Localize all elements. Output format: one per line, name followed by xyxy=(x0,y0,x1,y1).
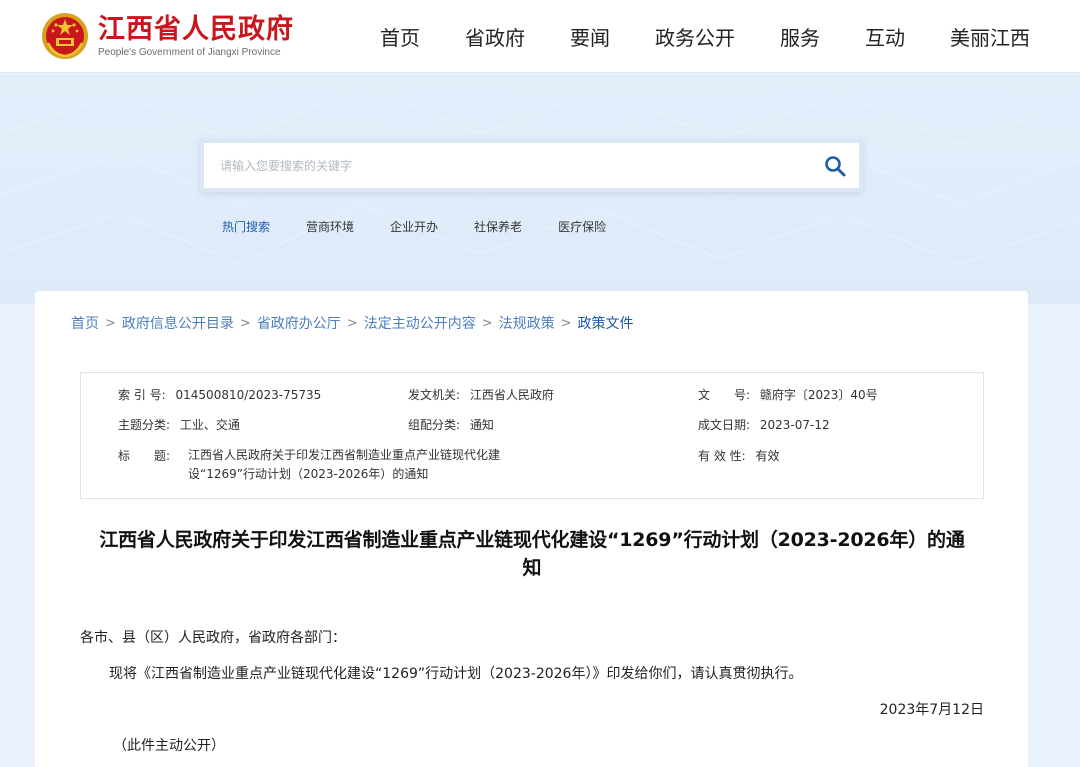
hot-search-link[interactable]: 营商环境 xyxy=(306,218,354,235)
breadcrumb-policy-documents[interactable]: 政策文件 xyxy=(578,313,634,333)
document-title-line1: 江西省人民政府关于印发江西省制造业重点产业链现代化建设“1269”行动计划（20… xyxy=(99,529,965,551)
document-body-paragraph: 现将《江西省制造业重点产业链现代化建设“1269”行动计划（2023-2026年… xyxy=(109,666,803,682)
meta-org-label: 组配分类: xyxy=(408,418,461,432)
breadcrumb-regulations[interactable]: 法规政策 xyxy=(499,313,555,333)
site-logo[interactable]: 江西省人民政府 People's Government of Jiangxi P… xyxy=(40,8,310,64)
hot-search-row: 热门搜索 营商环境 企业开办 社保养老 医疗保险 xyxy=(222,217,642,235)
document-metadata-table: 索 引 号: 014500810/2023-75735 发文机关: 江西省人民政… xyxy=(80,372,984,499)
main-nav: 首页 省政府 要闻 政务公开 服务 互动 美丽江西 xyxy=(380,0,1030,73)
meta-validity-label: 有 效 性: xyxy=(698,449,746,463)
meta-title-value-line2: 设“1269”行动计划（2023-2026年）的通知 xyxy=(188,467,429,481)
meta-date-label: 成文日期: xyxy=(698,418,751,432)
meta-validity-value: 有效 xyxy=(755,449,780,463)
breadcrumb-statutory-disclosure[interactable]: 法定主动公开内容 xyxy=(364,313,476,333)
breadcrumb-info-directory[interactable]: 政府信息公开目录 xyxy=(122,313,234,333)
meta-title-label: 标 题: xyxy=(118,449,171,463)
nav-item-interaction[interactable]: 互动 xyxy=(865,22,905,51)
hot-search-link[interactable]: 社保养老 xyxy=(474,218,522,235)
nav-item-services[interactable]: 服务 xyxy=(780,22,820,51)
top-header: 江西省人民政府 People's Government of Jiangxi P… xyxy=(0,0,1080,73)
document-disclosure-note: （此件主动公开） xyxy=(113,738,225,754)
search-box xyxy=(200,139,863,192)
meta-issuer-value: 江西省人民政府 xyxy=(469,388,554,402)
document-date: 2023年7月12日 xyxy=(879,702,984,718)
hot-search-label: 热门搜索 xyxy=(222,219,271,234)
meta-title-value-line1: 江西省人民政府关于印发江西省制造业重点产业链现代化建 xyxy=(188,448,501,462)
nav-item-provincial-government[interactable]: 省政府 xyxy=(465,22,525,51)
nav-item-beautiful-jiangxi[interactable]: 美丽江西 xyxy=(950,22,1030,51)
nav-item-government-affairs[interactable]: 政务公开 xyxy=(655,22,735,51)
meta-issuer-label: 发文机关: xyxy=(408,388,461,402)
site-subtitle: People's Government of Jiangxi Province xyxy=(98,46,281,58)
meta-date-value: 2023-07-12 xyxy=(759,418,830,432)
national-emblem-icon xyxy=(42,13,88,59)
meta-topic-value: 工业、交通 xyxy=(179,418,240,432)
breadcrumb-general-office[interactable]: 省政府办公厅 xyxy=(257,313,341,333)
nav-item-home[interactable]: 首页 xyxy=(380,22,420,51)
meta-index-value: 014500810/2023-75735 xyxy=(175,388,322,402)
hot-search-link[interactable]: 企业开办 xyxy=(390,218,438,235)
meta-docno-label: 文 号: xyxy=(698,388,751,402)
search-input[interactable] xyxy=(220,153,800,179)
breadcrumb: 首页 > 政府信息公开目录 > 省政府办公厅 > 法定主动公开内容 > 法规政策… xyxy=(71,313,634,333)
meta-org-value: 通知 xyxy=(469,418,494,432)
meta-index-label: 索 引 号: xyxy=(118,388,166,402)
breadcrumb-separator-icon: > xyxy=(239,315,251,331)
document-salutation: 各市、县（区）人民政府，省政府各部门： xyxy=(80,630,346,646)
site-title: 江西省人民政府 xyxy=(98,13,294,45)
breadcrumb-home[interactable]: 首页 xyxy=(71,313,99,333)
document-title-line2: 知 xyxy=(522,557,542,579)
document-title: 江西省人民政府关于印发江西省制造业重点产业链现代化建设“1269”行动计划（20… xyxy=(80,526,984,582)
search-icon[interactable] xyxy=(823,154,847,178)
breadcrumb-separator-icon: > xyxy=(105,315,116,331)
nav-item-news[interactable]: 要闻 xyxy=(570,22,610,51)
meta-docno-value: 赣府字〔2023〕40号 xyxy=(759,388,878,402)
breadcrumb-separator-icon: > xyxy=(346,315,358,331)
breadcrumb-separator-icon: > xyxy=(560,315,572,331)
meta-topic-label: 主题分类: xyxy=(118,418,171,432)
breadcrumb-separator-icon: > xyxy=(481,315,493,331)
hot-search-link[interactable]: 医疗保险 xyxy=(558,218,606,235)
